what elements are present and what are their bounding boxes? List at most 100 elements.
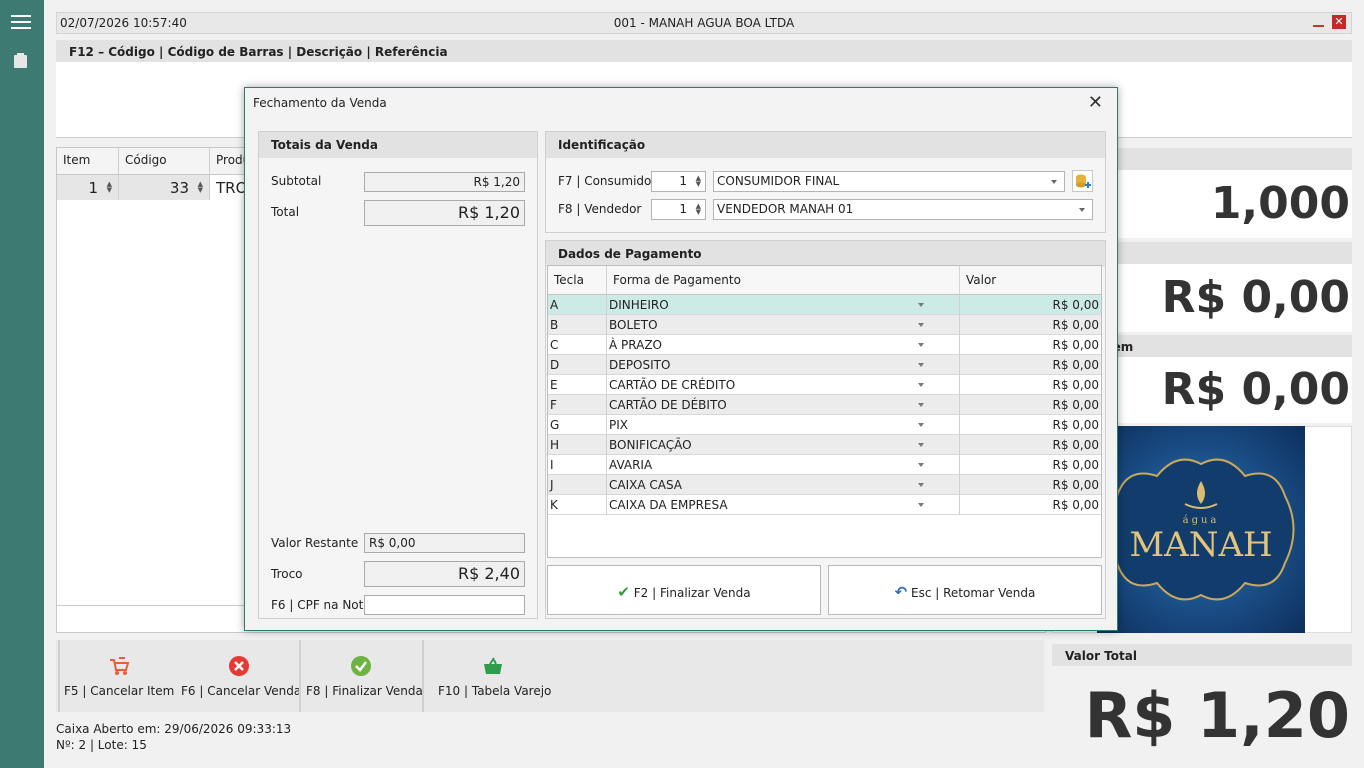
payment-value[interactable]: R$ 0,00 xyxy=(1052,378,1099,392)
payment-row[interactable]: G PIX R$ 0,00 xyxy=(548,415,1101,435)
cell-divider xyxy=(959,475,960,495)
payment-value[interactable]: R$ 0,00 xyxy=(1052,438,1099,452)
payment-value[interactable]: R$ 0,00 xyxy=(1052,298,1099,312)
chevron-down-icon[interactable] xyxy=(918,423,924,427)
chevron-down-icon[interactable] xyxy=(918,463,924,467)
payment-method[interactable]: CAIXA CASA xyxy=(609,478,682,492)
chevron-down-icon[interactable] xyxy=(918,303,924,307)
remaining-label: Valor Restante xyxy=(271,536,359,550)
chevron-down-icon[interactable] xyxy=(918,483,924,487)
payment-row[interactable]: H BONIFICAÇÃO R$ 0,00 xyxy=(548,435,1101,455)
payment-row[interactable]: D DEPOSITO R$ 0,00 xyxy=(548,355,1101,375)
payment-method[interactable]: PIX xyxy=(609,418,628,432)
chevron-down-icon[interactable] xyxy=(918,503,924,507)
cell-divider xyxy=(959,495,960,515)
payment-method[interactable]: CARTÃO DE CRÉDITO xyxy=(609,378,735,392)
chevron-down-icon[interactable] xyxy=(918,443,924,447)
cancel-sale-label: F6 | Cancelar Venda xyxy=(181,684,302,698)
payment-row[interactable]: J CAIXA CASA R$ 0,00 xyxy=(548,475,1101,495)
payment-value[interactable]: R$ 0,00 xyxy=(1052,358,1099,372)
payment-method[interactable]: BOLETO xyxy=(609,318,658,332)
cell-divider xyxy=(959,415,960,435)
cell-divider xyxy=(959,435,960,455)
payment-key: G xyxy=(550,418,560,432)
payment-row[interactable]: A DINHEIRO R$ 0,00 xyxy=(548,295,1101,315)
spinner-icon[interactable]: ▲ ▼ xyxy=(696,203,701,216)
payment-col-key[interactable]: Tecla xyxy=(548,266,607,295)
payment-row[interactable]: K CAIXA DA EMPRESA R$ 0,00 xyxy=(548,495,1101,515)
close-window-icon[interactable]: ✕ xyxy=(1332,15,1346,29)
spinner-icon[interactable]: ▲ ▼ xyxy=(107,181,112,194)
payment-value[interactable]: R$ 0,00 xyxy=(1052,498,1099,512)
return-sale-label: Esc | Retomar Venda xyxy=(911,586,1036,600)
return-sale-button[interactable]: ↶ Esc | Retomar Venda xyxy=(828,565,1102,615)
chevron-down-icon[interactable] xyxy=(918,363,924,367)
grid-cell-codigo[interactable]: 33 ▲ ▼ xyxy=(119,175,210,200)
check-icon: ✔ xyxy=(617,583,630,601)
minimize-icon[interactable] xyxy=(1312,16,1325,30)
payment-value[interactable]: R$ 0,00 xyxy=(1052,478,1099,492)
title-bar: 02/07/2026 10:57:40 001 - MANAH AGUA BOA… xyxy=(56,12,1352,34)
spinner-icon[interactable]: ▲ ▼ xyxy=(198,181,203,194)
add-consumer-icon[interactable] xyxy=(1072,170,1093,192)
chevron-down-icon[interactable] xyxy=(918,403,924,407)
clipboard-icon[interactable] xyxy=(14,53,27,68)
payment-value[interactable]: R$ 0,00 xyxy=(1052,338,1099,352)
finalize-sale-dialog-button[interactable]: ✔ F2 | Finalizar Venda xyxy=(547,565,821,615)
search-header: F12 – Código | Código de Barras | Descri… xyxy=(56,40,1352,62)
payment-row[interactable]: B BOLETO R$ 0,00 xyxy=(548,315,1101,335)
cancel-item-label: F5 | Cancelar Item xyxy=(64,684,175,698)
price-table-button[interactable]: F10 | Tabela Varejo xyxy=(438,640,551,712)
chevron-down-icon[interactable] xyxy=(918,323,924,327)
payment-key: D xyxy=(550,358,560,372)
manah-logo: água MANAH xyxy=(1107,458,1295,601)
cancel-sale-button[interactable]: F6 | Cancelar Venda xyxy=(181,640,302,712)
item-code: 33 xyxy=(169,179,189,197)
cpf-input[interactable] xyxy=(364,595,525,615)
payment-method[interactable]: DINHEIRO xyxy=(609,298,669,312)
grid-header-codigo[interactable]: Código xyxy=(119,148,210,175)
finalize-sale-button[interactable]: F8 | Finalizar Venda xyxy=(306,640,423,712)
payment-row[interactable]: I AVARIA R$ 0,00 xyxy=(548,455,1101,475)
payment-col-value[interactable]: Valor xyxy=(960,266,1101,295)
grand-total-value: R$ 1,20 xyxy=(1052,666,1352,766)
payment-value[interactable]: R$ 0,00 xyxy=(1052,458,1099,472)
chevron-down-icon[interactable] xyxy=(918,383,924,387)
finalize-sale-label: F8 | Finalizar Venda xyxy=(306,684,423,698)
payment-method[interactable]: CARTÃO DE DÉBITO xyxy=(609,398,727,412)
seller-select[interactable]: VENDEDOR MANAH 01 xyxy=(713,199,1093,220)
logo-big-text: MANAH xyxy=(1129,525,1272,565)
consumer-select[interactable]: CONSUMIDOR FINAL xyxy=(713,171,1065,192)
payment-row[interactable]: E CARTÃO DE CRÉDITO R$ 0,00 xyxy=(548,375,1101,395)
payment-method[interactable]: AVARIA xyxy=(609,458,652,472)
cancel-item-button[interactable]: F5 | Cancelar Item xyxy=(64,640,174,712)
payment-row[interactable]: C À PRAZO R$ 0,00 xyxy=(548,335,1101,355)
payment-value[interactable]: R$ 0,00 xyxy=(1052,418,1099,432)
toolbar-separator xyxy=(58,640,60,712)
payment-method[interactable]: À PRAZO xyxy=(609,338,662,352)
sidebar xyxy=(0,0,44,768)
seller-label: F8 | Vendedor xyxy=(558,202,642,216)
chevron-down-icon[interactable] xyxy=(918,343,924,347)
seller-number-stepper[interactable]: 1 ▲ ▼ xyxy=(651,199,706,220)
cell-divider xyxy=(606,295,607,315)
grid-cell-item[interactable]: 1 ▲ ▼ xyxy=(57,175,119,200)
undo-icon: ↶ xyxy=(894,583,908,601)
payment-method[interactable]: DEPOSITO xyxy=(609,358,670,372)
payment-method[interactable]: BONIFICAÇÃO xyxy=(609,438,692,452)
payment-header: Dados de Pagamento xyxy=(546,241,1105,267)
dialog-close-icon[interactable]: ✕ xyxy=(1088,92,1103,113)
payment-value[interactable]: R$ 0,00 xyxy=(1052,398,1099,412)
payment-row[interactable]: F CARTÃO DE DÉBITO R$ 0,00 xyxy=(548,395,1101,415)
cell-divider xyxy=(959,395,960,415)
payment-method[interactable]: CAIXA DA EMPRESA xyxy=(609,498,728,512)
hamburger-menu-icon[interactable] xyxy=(11,15,31,29)
consumer-number-stepper[interactable]: 1 ▲ ▼ xyxy=(651,171,706,192)
grid-header-item[interactable]: Item xyxy=(57,148,119,175)
consumer-label: F7 | Consumidor xyxy=(558,174,657,188)
spinner-icon[interactable]: ▲ ▼ xyxy=(696,175,701,188)
payment-col-method[interactable]: Forma de Pagamento xyxy=(607,266,960,295)
payment-value[interactable]: R$ 0,00 xyxy=(1052,318,1099,332)
toolbar-separator xyxy=(299,640,301,712)
cell-divider xyxy=(959,375,960,395)
